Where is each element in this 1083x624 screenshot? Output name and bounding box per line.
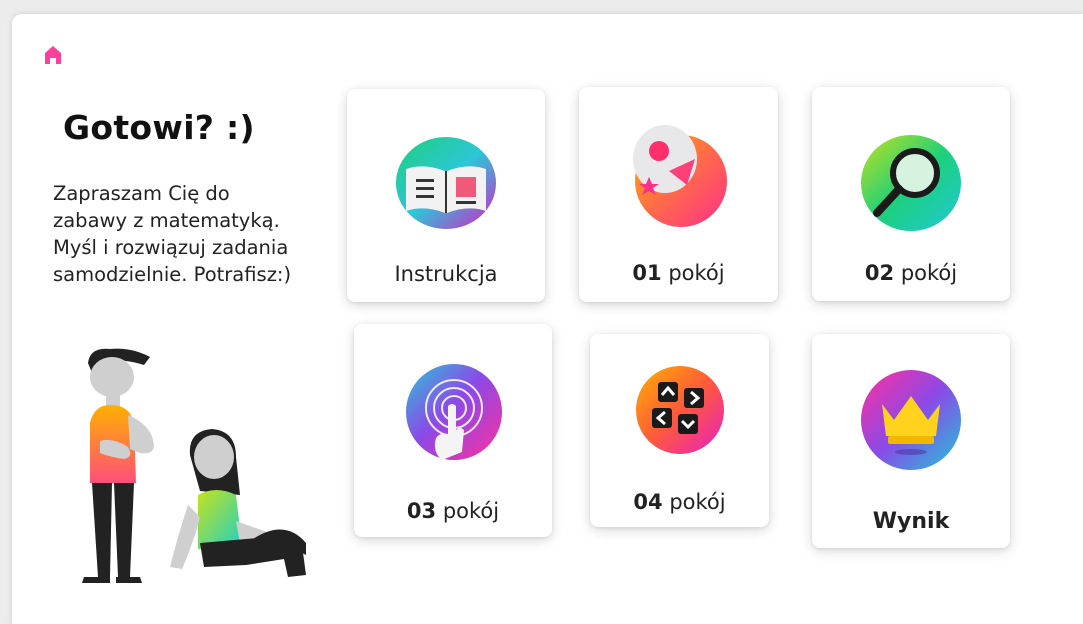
card-room-01[interactable]: 01 pokój [579,87,778,302]
card-label: 03 pokój [406,499,500,523]
arrow-keys-icon [636,366,724,454]
card-instrukcja[interactable]: Instrukcja [347,89,545,302]
card-label: 01 pokój [632,261,725,285]
card-room-04[interactable]: 04 pokój [590,334,769,527]
crown-icon [861,370,961,470]
card-label: 04 pokój [633,490,726,514]
card-label: Wynik [872,509,950,534]
card-wynik[interactable]: Wynik [812,334,1010,548]
card-label: 02 pokój [864,261,958,285]
card-room-02[interactable]: 02 pokój [812,87,1010,301]
page-title: Gotowi? :) [63,108,255,147]
magnifier-icon [861,135,961,231]
open-book-icon [396,137,496,229]
shapes-icon [633,125,727,227]
kids-illustration [82,348,306,583]
card-label: Instrukcja [394,262,498,286]
card-room-03[interactable]: 03 pokój [354,324,552,537]
intro-text: Zapraszam Cię do zabawy z matematyką. My… [53,182,292,286]
home-icon[interactable] [43,44,63,66]
touch-icon [406,364,502,460]
